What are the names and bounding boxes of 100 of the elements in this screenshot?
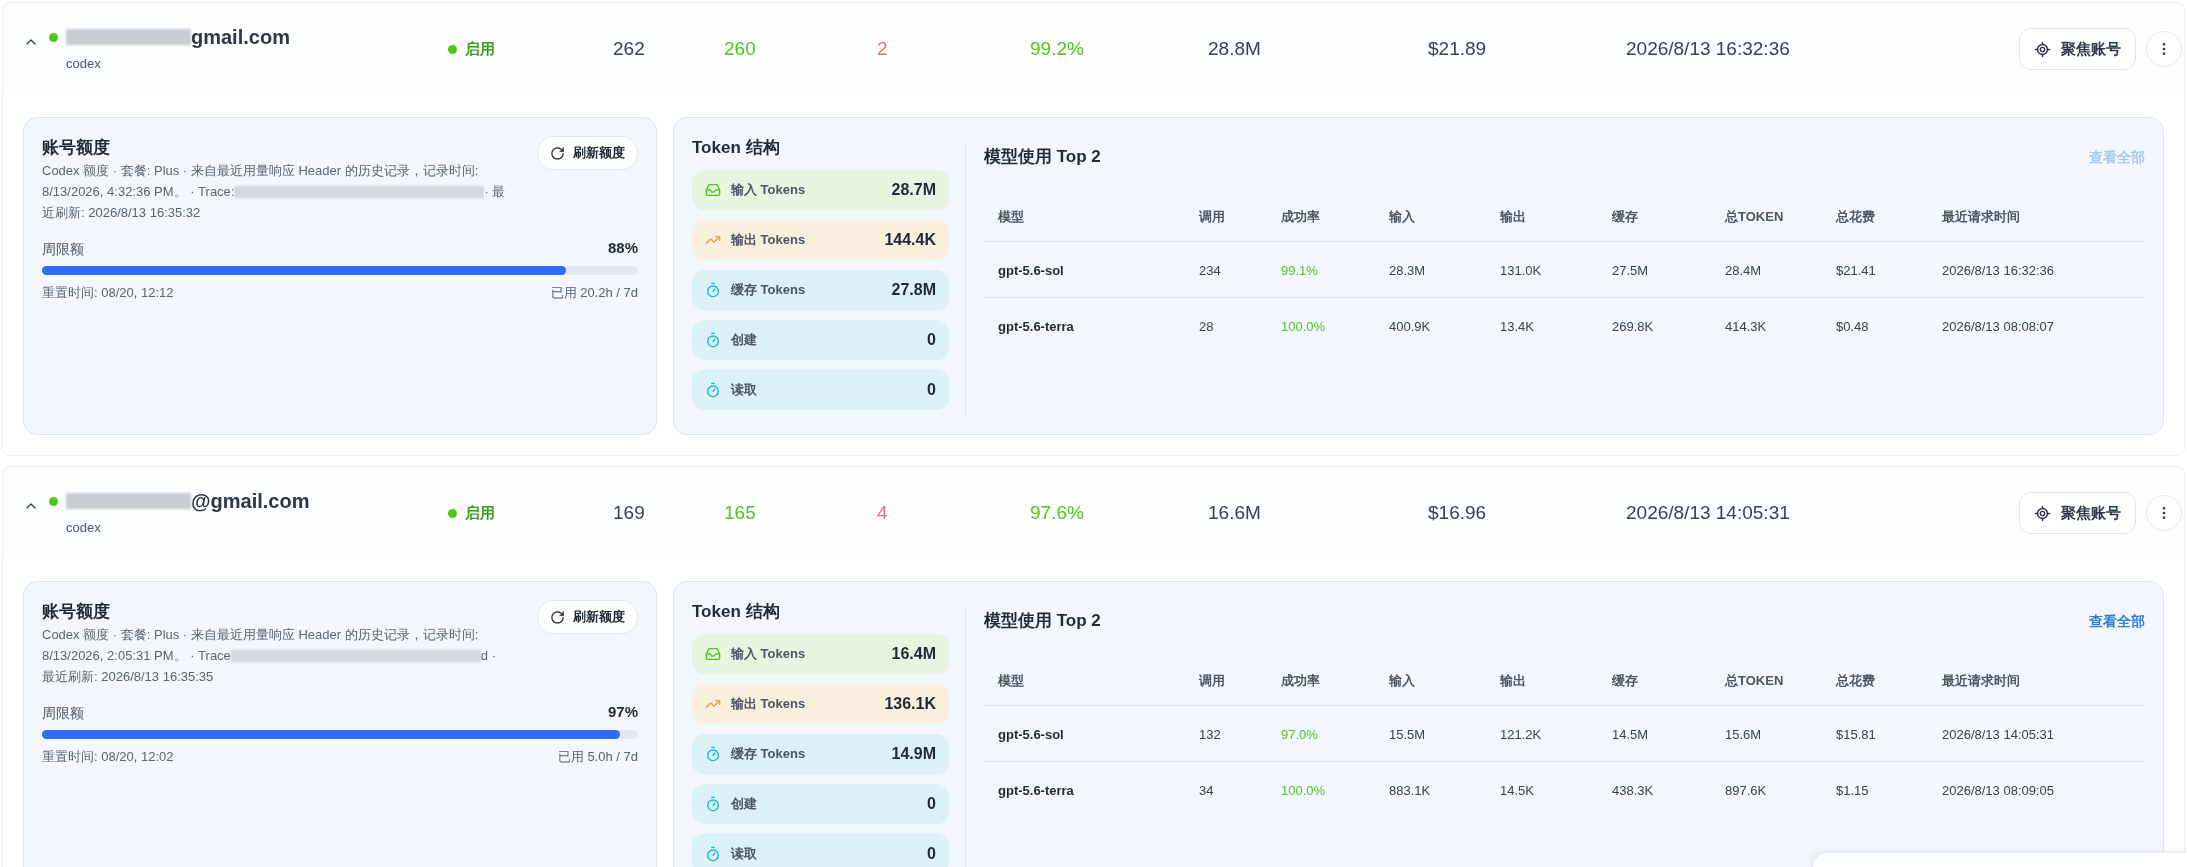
column-header: 总花费 [1836,208,1875,224]
column-header: 输出 [1500,208,1526,224]
metric-value: 169 [613,501,645,523]
token-label: 读取 [731,381,757,400]
token-structure-title: Token 结构 [692,137,781,159]
token-value: 0 [927,330,936,350]
column-header: 总TOKEN [1725,672,1784,688]
table-cell: 2026/8/13 08:09:05 [1942,783,2055,798]
table-cell: $15.81 [1836,726,1876,742]
quota-title: 账号额度 [42,137,111,159]
provider-label: codex [66,55,102,74]
table-cell: 28.4M [1725,262,1762,278]
table-cell: gpt-5.6-sol [998,262,1064,278]
table-cell: 121.2K [1500,726,1542,742]
table-cell: 28.3M [1389,262,1426,278]
table-cell: 13.4K [1500,319,1534,334]
token-label: 输出 Tokens [731,231,806,250]
table-cell: 14.5M [1612,726,1649,742]
inbox-icon [705,646,721,662]
timer-icon [705,846,721,862]
token-value: 28.7M [891,180,936,200]
token-label: 输入 Tokens [731,181,806,200]
column-header: 最近请求时间 [1942,672,2020,688]
reset-time: 重置时间: 08/20, 12:12 [42,283,174,302]
token-value: 16.4M [891,644,936,664]
table-cell: 132 [1199,726,1221,742]
status-label: 启用 [465,38,495,59]
metric-value: $21.89 [1428,37,1487,59]
metric-value: 2026/8/13 16:32:36 [1626,37,1790,59]
table-cell: 400.9K [1389,319,1431,334]
token-value: 14.9M [891,744,936,764]
record-time-text: 8/13/2026, 4:32:36 PM。 · Trace: [42,183,235,201]
table-cell: 2026/8/13 08:08:07 [1942,319,2055,334]
table-cell: $1.15 [1836,783,1869,798]
crosshair-icon [2034,504,2051,522]
token-value: 144.4K [884,230,936,250]
metric-value: 28.8M [1208,37,1261,59]
column-header: 调用 [1199,208,1225,224]
token-value: 0 [927,794,936,814]
refresh-icon [550,145,565,161]
metric-value: 165 [724,501,756,523]
table-cell: 2026/8/13 14:05:31 [1942,726,2055,742]
last-refresh-text: 最近刷新: 2026/8/13 16:35:35 [42,668,214,686]
column-header: 总花费 [1836,672,1875,688]
trace-suffix-text: · 最 [484,183,506,201]
quota-description: Codex 额度 · 套餐: Plus · 来自最近用量响应 Header 的历史记录，记录时间: [42,626,479,644]
metric-value: 97.6% [1030,501,1084,523]
used-time: 已用 5.0h / 7d [557,747,638,766]
column-header: 成功率 [1281,672,1320,688]
used-time: 已用 20.2h / 7d [550,283,638,302]
column-header: 输入 [1389,672,1415,688]
focus-account-button[interactable]: 聚焦账号 [2019,28,2136,70]
column-header: 缓存 [1612,208,1638,224]
table-cell: 269.8K [1612,319,1654,334]
table-cell: 97.0% [1281,726,1318,742]
refresh-quota-button[interactable]: 刷新额度 [537,600,638,634]
trace-suffix-text: d · [480,647,496,665]
metric-value: 16.6M [1208,501,1261,523]
view-all-link[interactable]: 查看全部 [2089,610,2145,632]
table-cell: 414.3K [1725,319,1767,334]
table-cell: 15.6M [1725,726,1762,742]
table-cell: 28 [1199,319,1214,334]
token-structure-title: Token 结构 [692,601,781,623]
column-header: 输入 [1389,208,1415,224]
column-header: 成功率 [1281,208,1320,224]
metric-value: 260 [724,37,756,59]
email-text: gmail.com [191,25,290,51]
token-label: 输入 Tokens [731,645,806,664]
table-cell: 234 [1199,262,1221,278]
reset-time: 重置时间: 08/20, 12:02 [42,747,174,766]
timer-icon [705,332,721,348]
limit-label: 周限额 [42,703,84,723]
token-value: 136.1K [884,694,936,714]
metric-value: 2 [877,37,888,59]
table-cell: gpt-5.6-sol [998,726,1064,742]
table-cell: 897.6K [1725,783,1767,798]
metric-value: 4 [877,501,888,523]
column-header: 最近请求时间 [1942,208,2020,224]
timer-icon [705,746,721,762]
quota-description: Codex 额度 · 套餐: Plus · 来自最近用量响应 Header 的历史记录，记录时间: [42,162,479,180]
token-value: 0 [927,380,936,400]
focus-account-button[interactable]: 聚焦账号 [2019,492,2136,534]
column-header: 输出 [1500,672,1526,688]
token-label: 输出 Tokens [731,695,806,714]
table-cell: gpt-5.6-terra [998,783,1074,798]
crosshair-icon [2034,40,2051,58]
table-cell: 438.3K [1612,783,1654,798]
token-label: 创建 [731,795,757,814]
table-cell: 27.5M [1612,262,1649,278]
table-cell: 2026/8/13 16:32:36 [1942,262,2055,278]
refresh-icon [550,609,565,625]
record-time-text: 8/13/2026, 2:05:31 PM。 · Trace [42,647,231,665]
limit-label: 周限额 [42,239,84,259]
table-cell: 99.1% [1281,262,1318,278]
refresh-quota-button[interactable]: 刷新额度 [537,136,638,170]
metric-value: 2026/8/13 14:05:31 [1626,501,1790,523]
column-header: 模型 [998,208,1024,224]
table-cell: gpt-5.6-terra [998,319,1074,334]
table-cell: 15.5M [1389,726,1426,742]
table-cell: 131.0K [1500,262,1542,278]
